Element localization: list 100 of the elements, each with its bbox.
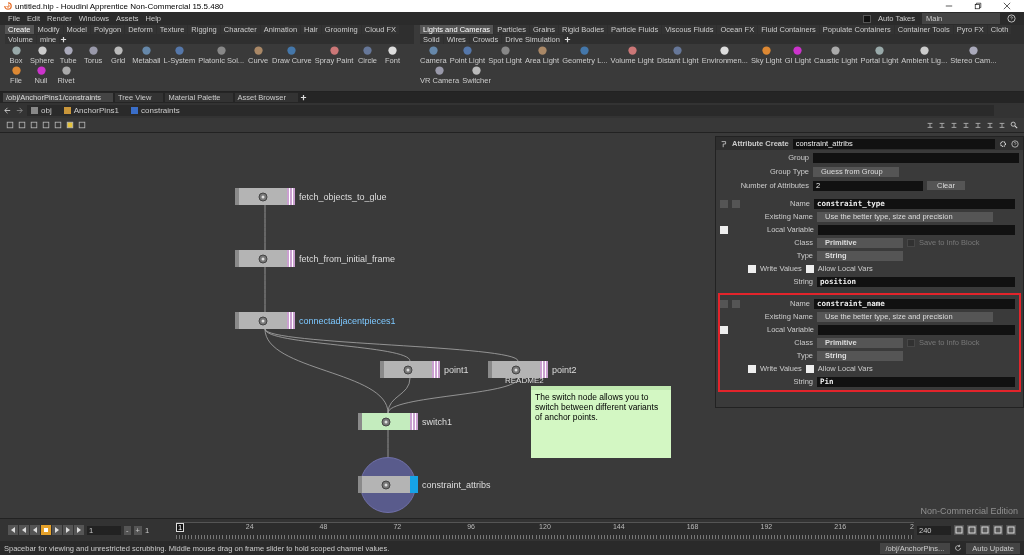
help-icon[interactable]	[1007, 14, 1016, 23]
add-tab-icon[interactable]	[563, 36, 571, 43]
path-segment[interactable]: AnchorPins1	[59, 106, 128, 115]
node[interactable]	[235, 250, 295, 267]
toolbar-square-icon[interactable]	[18, 121, 26, 129]
tool-ball-icon	[427, 45, 439, 56]
tool-ball-icon	[792, 45, 804, 56]
toolbar-square-icon[interactable]	[30, 121, 38, 129]
tool-ball-icon	[873, 45, 885, 56]
note-title: README2	[505, 376, 544, 385]
node-gear-icon	[257, 314, 269, 327]
node-name: connectadjacentpieces1	[299, 315, 396, 326]
tool-ball-icon	[112, 45, 124, 56]
tool-ball-icon	[434, 65, 446, 76]
sticky-note[interactable]: The switch node allows you to switch between different variants of anchor points.	[531, 386, 671, 458]
restore-icon[interactable]	[974, 2, 982, 10]
auto-takes-checkbox[interactable]	[863, 14, 871, 23]
node[interactable]	[235, 312, 295, 329]
layout-tool-icon[interactable]	[950, 121, 958, 129]
tool-ball-icon	[10, 65, 22, 76]
local-variable-checkbox[interactable]	[720, 225, 728, 234]
node-name: switch1	[422, 416, 452, 427]
window-title: untitled.hip - Houdini Apprentice Non-Commercial 15.5.480	[15, 1, 224, 11]
node-gear-icon	[380, 478, 392, 491]
tool-ball-icon	[140, 45, 152, 56]
tool-ball-icon	[252, 45, 264, 56]
refresh-icon[interactable]	[954, 544, 963, 552]
tool-ball-icon	[286, 45, 298, 56]
close-icon[interactable]	[1003, 2, 1011, 10]
allow-local-vars-checkbox[interactable]	[805, 264, 814, 273]
playback-button[interactable]	[8, 525, 18, 535]
node[interactable]	[380, 361, 440, 378]
toolbar-square-icon[interactable]	[78, 121, 86, 129]
tool-ball-icon	[626, 45, 638, 56]
wire	[264, 266, 266, 313]
tool-ball-icon	[579, 45, 591, 56]
path-segment[interactable]: obj	[27, 106, 60, 115]
node-name: constraint_attribs	[422, 479, 491, 490]
local-variable-field[interactable]	[818, 324, 1015, 335]
layout-tool-icon[interactable]	[986, 121, 994, 129]
tool-ball-icon	[967, 45, 979, 56]
local-variable-checkbox[interactable]	[720, 325, 728, 334]
toolbar-square-icon[interactable]	[54, 121, 62, 129]
tool-ball-icon	[719, 45, 731, 56]
tool-ball-icon	[36, 45, 48, 56]
add-tab-icon[interactable]	[60, 36, 68, 43]
gear-icon[interactable]	[999, 139, 1007, 148]
layout-tool-icon[interactable]	[926, 121, 934, 129]
tool-ball-icon	[536, 45, 548, 56]
tool-ball-icon	[760, 45, 772, 56]
note-text: The switch node allows you to switch between different variants of anchor points.	[535, 392, 659, 422]
layout-tool-icon[interactable]	[938, 121, 946, 129]
edition-watermark: Non-Commercial Edition	[920, 506, 1018, 516]
tool-ball-icon	[10, 45, 22, 56]
tool-ball-icon	[328, 45, 340, 56]
tool-ball-icon	[830, 45, 842, 56]
node[interactable]	[235, 188, 295, 205]
node[interactable]	[358, 476, 418, 493]
playback-button[interactable]	[63, 525, 73, 535]
forward-arrow-icon[interactable]	[15, 106, 24, 115]
tool-ball-icon	[35, 65, 47, 76]
tool-ball-icon	[361, 45, 373, 56]
toolbar-square-icon[interactable]	[42, 121, 50, 129]
back-arrow-icon[interactable]	[3, 106, 12, 115]
layout-tool-icon[interactable]	[998, 121, 1006, 129]
node-gear-icon	[257, 190, 269, 203]
help-icon[interactable]	[1011, 139, 1019, 148]
node-gear-icon	[402, 363, 414, 376]
toolbar-square-icon[interactable]	[6, 121, 14, 129]
local-variable-field[interactable]	[818, 224, 1015, 235]
search-icon[interactable]	[1010, 121, 1018, 129]
group-field[interactable]	[813, 152, 1019, 163]
path-segment[interactable]: constraints	[127, 106, 188, 115]
playback-button[interactable]	[19, 525, 29, 535]
toolbar-square-icon[interactable]	[66, 121, 74, 129]
write-values-checkbox[interactable]	[748, 364, 756, 373]
playback-button[interactable]	[30, 525, 40, 535]
allow-local-vars-checkbox[interactable]	[805, 364, 814, 373]
node[interactable]	[488, 361, 548, 378]
node-name: point2	[552, 364, 577, 375]
node[interactable]	[358, 413, 418, 430]
node-name: point1	[444, 364, 469, 375]
tool-ball-icon	[471, 65, 483, 76]
playback-button[interactable]	[74, 525, 84, 535]
node-gear-icon	[510, 363, 522, 376]
tool-ball-icon	[87, 45, 99, 56]
node-name: fetch_from_initial_frame	[299, 253, 396, 264]
write-values-checkbox[interactable]	[748, 264, 756, 273]
playback-button[interactable]	[52, 525, 62, 535]
tool-ball-icon	[60, 65, 72, 76]
add-tab-icon[interactable]	[299, 94, 307, 101]
tool-ball-icon	[173, 45, 185, 56]
app-logo-icon	[4, 2, 12, 10]
node-gear-icon	[257, 252, 269, 265]
layout-tool-icon[interactable]	[962, 121, 970, 129]
wire	[264, 204, 266, 251]
tool-ball-icon	[499, 45, 511, 56]
tool-ball-icon	[672, 45, 684, 56]
tool-ball-icon	[62, 45, 74, 56]
layout-tool-icon[interactable]	[974, 121, 982, 129]
